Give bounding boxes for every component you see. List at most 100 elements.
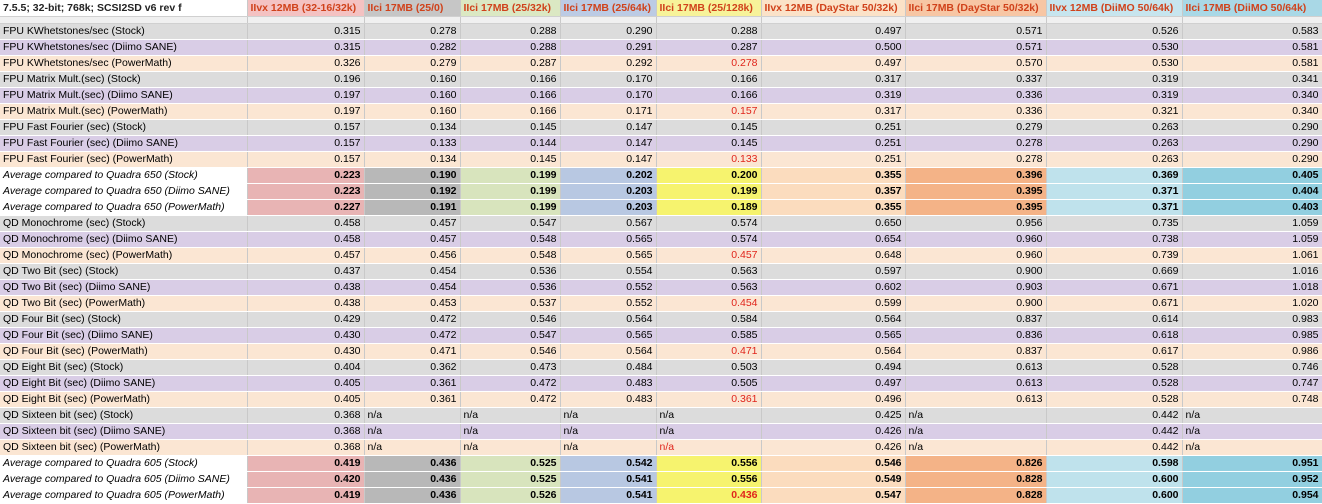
- value-cell[interactable]: 0.454: [364, 263, 461, 280]
- value-cell[interactable]: 0.336: [905, 87, 1047, 104]
- value-cell[interactable]: 0.319: [1046, 87, 1183, 104]
- value-cell[interactable]: 0.404: [1182, 183, 1322, 200]
- value-cell[interactable]: 0.472: [460, 391, 561, 408]
- value-cell[interactable]: 0.503: [656, 359, 762, 376]
- value-cell[interactable]: 0.585: [656, 327, 762, 344]
- value-cell[interactable]: 0.648: [761, 247, 906, 264]
- value-cell[interactable]: 0.395: [905, 183, 1047, 200]
- empty-cell[interactable]: [905, 16, 1047, 24]
- row-label-cell[interactable]: QD Sixteen bit (sec) (Diimo SANE): [0, 423, 248, 440]
- value-cell[interactable]: 0.454: [364, 279, 461, 296]
- value-cell[interactable]: 0.157: [247, 151, 365, 168]
- value-cell[interactable]: 0.584: [656, 311, 762, 328]
- value-cell[interactable]: 0.494: [761, 359, 906, 376]
- value-cell[interactable]: 0.170: [560, 87, 657, 104]
- value-cell[interactable]: 0.828: [905, 471, 1047, 488]
- value-cell[interactable]: 0.336: [905, 103, 1047, 120]
- value-cell[interactable]: 0.546: [761, 455, 906, 472]
- value-cell[interactable]: 0.337: [905, 71, 1047, 88]
- value-cell[interactable]: 0.574: [656, 215, 762, 232]
- value-cell[interactable]: 0.453: [364, 295, 461, 312]
- value-cell[interactable]: 0.430: [247, 343, 365, 360]
- value-cell[interactable]: 0.290: [1182, 135, 1322, 152]
- value-cell[interactable]: 0.497: [761, 23, 906, 40]
- value-cell[interactable]: 0.537: [460, 295, 561, 312]
- value-cell[interactable]: 0.597: [761, 263, 906, 280]
- value-cell[interactable]: 0.315: [247, 39, 365, 56]
- row-label-cell[interactable]: QD Monochrome (sec) (Diimo SANE): [0, 231, 248, 248]
- value-cell[interactable]: 0.291: [560, 39, 657, 56]
- value-cell[interactable]: 0.355: [761, 167, 906, 184]
- value-cell[interactable]: 0.288: [460, 23, 561, 40]
- value-cell[interactable]: 0.618: [1046, 327, 1183, 344]
- value-cell[interactable]: 0.837: [905, 343, 1047, 360]
- value-cell[interactable]: 0.458: [247, 215, 365, 232]
- value-cell[interactable]: 0.190: [364, 167, 461, 184]
- value-cell[interactable]: 0.600: [1046, 487, 1183, 504]
- value-cell[interactable]: 1.016: [1182, 263, 1322, 280]
- value-cell[interactable]: 0.223: [247, 183, 365, 200]
- value-cell[interactable]: 0.202: [560, 167, 657, 184]
- value-cell[interactable]: 0.395: [905, 199, 1047, 216]
- row-label-cell[interactable]: QD Four Bit (sec) (Diimo SANE): [0, 327, 248, 344]
- value-cell[interactable]: 0.279: [364, 55, 461, 72]
- value-cell[interactable]: 0.144: [460, 135, 561, 152]
- value-cell[interactable]: 0.223: [247, 167, 365, 184]
- value-cell[interactable]: 0.317: [761, 71, 906, 88]
- value-cell[interactable]: 0.671: [1046, 279, 1183, 296]
- row-label-cell[interactable]: QD Monochrome (sec) (PowerMath): [0, 247, 248, 264]
- value-cell[interactable]: n/a: [905, 439, 1047, 456]
- value-cell[interactable]: 0.166: [460, 71, 561, 88]
- value-cell[interactable]: 0.951: [1182, 455, 1322, 472]
- value-cell[interactable]: 0.251: [761, 135, 906, 152]
- value-cell[interactable]: 0.564: [560, 311, 657, 328]
- value-cell[interactable]: 0.556: [656, 455, 762, 472]
- value-cell[interactable]: 0.404: [247, 359, 365, 376]
- value-cell[interactable]: 0.405: [247, 375, 365, 392]
- value-cell[interactable]: 0.166: [656, 71, 762, 88]
- value-cell[interactable]: 0.282: [364, 39, 461, 56]
- value-cell[interactable]: 0.563: [656, 279, 762, 296]
- value-cell[interactable]: 0.326: [247, 55, 365, 72]
- value-cell[interactable]: 0.369: [1046, 167, 1183, 184]
- value-cell[interactable]: 0.483: [560, 391, 657, 408]
- value-cell[interactable]: 0.171: [560, 103, 657, 120]
- value-cell[interactable]: 0.442: [1046, 407, 1183, 424]
- value-cell[interactable]: 0.565: [560, 327, 657, 344]
- value-cell[interactable]: 0.541: [560, 471, 657, 488]
- value-cell[interactable]: 0.147: [560, 135, 657, 152]
- value-cell[interactable]: 0.567: [560, 215, 657, 232]
- value-cell[interactable]: 0.319: [1046, 71, 1183, 88]
- value-cell[interactable]: 0.371: [1046, 199, 1183, 216]
- value-cell[interactable]: 1.018: [1182, 279, 1322, 296]
- row-label-cell[interactable]: Average compared to Quadra 650 (PowerMat…: [0, 199, 248, 216]
- value-cell[interactable]: 0.157: [247, 135, 365, 152]
- value-cell[interactable]: 0.317: [761, 103, 906, 120]
- empty-cell[interactable]: [1182, 16, 1322, 24]
- value-cell[interactable]: 0.287: [460, 55, 561, 72]
- value-cell[interactable]: 1.059: [1182, 231, 1322, 248]
- row-label-cell[interactable]: FPU Fast Fourier (sec) (PowerMath): [0, 151, 248, 168]
- value-cell[interactable]: 0.471: [656, 343, 762, 360]
- empty-cell[interactable]: [656, 16, 762, 24]
- value-cell[interactable]: 0.952: [1182, 471, 1322, 488]
- value-cell[interactable]: 0.530: [1046, 55, 1183, 72]
- value-cell[interactable]: n/a: [905, 407, 1047, 424]
- value-cell[interactable]: 0.528: [1046, 391, 1183, 408]
- value-cell[interactable]: n/a: [1182, 407, 1322, 424]
- value-cell[interactable]: 0.599: [761, 295, 906, 312]
- value-cell[interactable]: 0.134: [364, 119, 461, 136]
- value-cell[interactable]: 0.371: [1046, 183, 1183, 200]
- value-cell[interactable]: 0.429: [247, 311, 365, 328]
- value-cell[interactable]: 0.985: [1182, 327, 1322, 344]
- value-cell[interactable]: n/a: [460, 407, 561, 424]
- value-cell[interactable]: 0.157: [656, 103, 762, 120]
- value-cell[interactable]: n/a: [364, 439, 461, 456]
- value-cell[interactable]: 0.157: [247, 119, 365, 136]
- value-cell[interactable]: 0.986: [1182, 343, 1322, 360]
- row-label-cell[interactable]: Average compared to Quadra 605 (Stock): [0, 455, 248, 472]
- value-cell[interactable]: 0.546: [460, 311, 561, 328]
- value-cell[interactable]: 0.500: [761, 39, 906, 56]
- row-label-cell[interactable]: Average compared to Quadra 605 (PowerMat…: [0, 487, 248, 504]
- value-cell[interactable]: 0.368: [247, 423, 365, 440]
